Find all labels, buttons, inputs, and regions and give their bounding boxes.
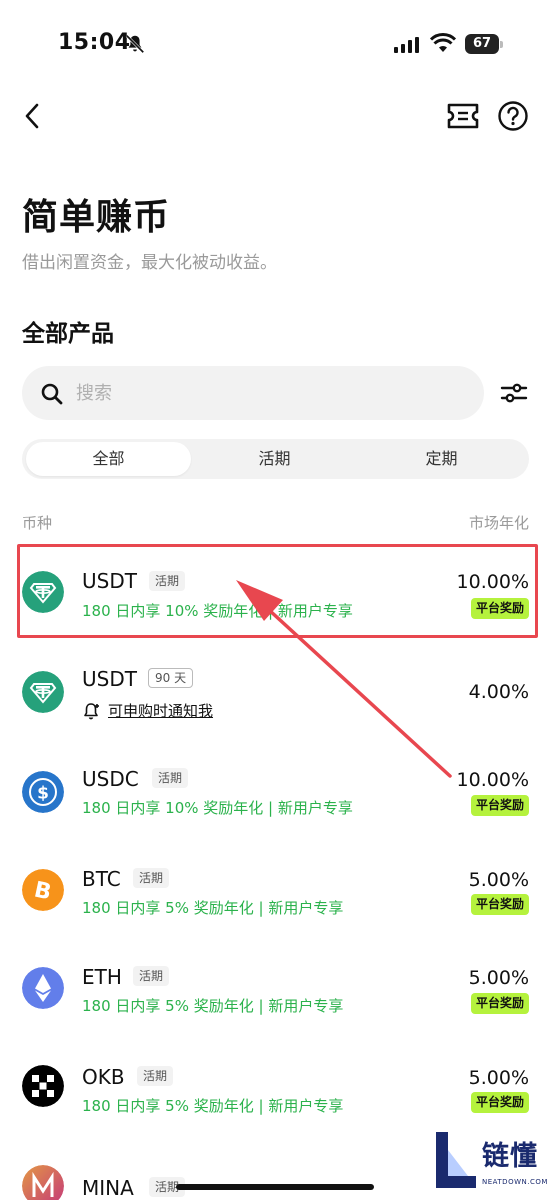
promo-text: 180 日内享 10% 奖励年化 | 新用户专享 bbox=[82, 799, 353, 817]
product-type-tag: 活期 bbox=[137, 1066, 174, 1086]
product-row-btc[interactable]: B BTC 活期 180 日内享 5% 奖励年化 | 新用户专享 5.00% 平… bbox=[0, 845, 551, 935]
column-header-coin: 币种 bbox=[22, 514, 53, 532]
svg-text:$: $ bbox=[37, 784, 49, 804]
product-row-eth[interactable]: ETH 活期 180 日内享 5% 奖励年化 | 新用户专享 5.00% 平台奖… bbox=[0, 945, 551, 1035]
tab-all[interactable]: 全部 bbox=[26, 442, 191, 476]
tether-icon bbox=[22, 671, 64, 713]
back-icon[interactable] bbox=[18, 98, 50, 134]
watermark-brand: 链懂 bbox=[482, 1141, 538, 1172]
page-title: 简单赚币 bbox=[22, 197, 171, 238]
platform-reward-badge: 平台奖励 bbox=[470, 598, 529, 619]
apr-value: 5.00% bbox=[468, 869, 529, 891]
filter-icon[interactable] bbox=[500, 378, 528, 408]
promo-text: 180 日内享 5% 奖励年化 | 新用户专享 bbox=[82, 1097, 344, 1115]
battery-icon: 67 bbox=[465, 34, 503, 54]
product-row-usdc[interactable]: $ USDC 活期 180 日内享 10% 奖励年化 | 新用户专享 10.00… bbox=[0, 745, 551, 835]
promo-text: 180 日内享 5% 奖励年化 | 新用户专享 bbox=[82, 899, 344, 917]
bell-plus-icon bbox=[84, 703, 99, 720]
search-input[interactable] bbox=[76, 376, 456, 410]
tether-icon bbox=[22, 571, 64, 613]
apr-value: 5.00% bbox=[468, 967, 529, 989]
platform-reward-badge: 平台奖励 bbox=[470, 1092, 529, 1113]
coin-name: BTC bbox=[82, 867, 121, 891]
coin-name: USDT bbox=[82, 569, 137, 593]
usdc-icon: $ bbox=[22, 771, 64, 813]
search-icon bbox=[41, 383, 63, 405]
promo-text: 180 日内享 5% 奖励年化 | 新用户专享 bbox=[82, 997, 344, 1015]
tab-fixed[interactable]: 定期 bbox=[358, 442, 525, 476]
help-icon[interactable] bbox=[497, 100, 529, 132]
battery-level: 67 bbox=[465, 34, 499, 54]
status-time: 15:04 bbox=[58, 30, 131, 55]
platform-reward-badge: 平台奖励 bbox=[470, 795, 529, 816]
apr-value: 4.00% bbox=[468, 681, 529, 703]
ethereum-icon bbox=[22, 967, 64, 1009]
product-row-okb[interactable]: OKB 活期 180 日内享 5% 奖励年化 | 新用户专享 5.00% 平台奖… bbox=[0, 1045, 551, 1135]
coin-name: USDC bbox=[82, 767, 139, 791]
watermark-url: NEATDOWN.COM bbox=[482, 1178, 548, 1186]
ticket-icon[interactable] bbox=[446, 100, 480, 132]
platform-reward-badge: 平台奖励 bbox=[470, 993, 529, 1014]
product-type-tag: 活期 bbox=[133, 868, 170, 888]
notify-link-label: 可申购时通知我 bbox=[108, 702, 214, 720]
product-type-tag: 活期 bbox=[149, 571, 186, 591]
product-type-tag: 活期 bbox=[133, 966, 170, 986]
coin-name: ETH bbox=[82, 965, 122, 989]
mina-icon bbox=[22, 1165, 64, 1200]
coin-name: MINA bbox=[82, 1176, 134, 1200]
search-box[interactable] bbox=[22, 366, 484, 420]
product-row-usdt-flexible[interactable]: USDT 活期 180 日内享 10% 奖励年化 | 新用户专享 10.00% … bbox=[0, 545, 551, 635]
page-subtitle: 借出闲置资金，最大化被动收益。 bbox=[22, 253, 277, 273]
coin-name: OKB bbox=[82, 1065, 125, 1089]
okb-icon bbox=[22, 1065, 64, 1107]
apr-value: 10.00% bbox=[456, 769, 529, 791]
status-bar: 15:04 67 bbox=[0, 0, 551, 90]
home-indicator bbox=[176, 1184, 374, 1190]
bell-off-icon bbox=[125, 34, 145, 54]
signal-icon bbox=[394, 37, 419, 53]
platform-reward-badge: 平台奖励 bbox=[470, 894, 529, 915]
bitcoin-icon: B bbox=[22, 869, 64, 911]
tab-flexible[interactable]: 活期 bbox=[192, 442, 357, 476]
watermark-logo: 链懂 NEATDOWN.COM bbox=[432, 1130, 551, 1200]
product-row-usdt-90d[interactable]: USDT 90 天 可申购时通知我 4.00% bbox=[0, 645, 551, 735]
promo-text: 180 日内享 10% 奖励年化 | 新用户专享 bbox=[82, 602, 353, 620]
column-header-apr: 市场年化 bbox=[468, 514, 529, 532]
section-title: 全部产品 bbox=[22, 321, 114, 347]
apr-value: 5.00% bbox=[468, 1067, 529, 1089]
product-type-tabs: 全部 活期 定期 bbox=[22, 439, 529, 479]
apr-value: 10.00% bbox=[456, 571, 529, 593]
product-term-tag: 90 天 bbox=[148, 668, 194, 688]
product-type-tag: 活期 bbox=[152, 768, 189, 788]
coin-name: USDT bbox=[82, 667, 137, 691]
wifi-icon bbox=[430, 33, 456, 52]
